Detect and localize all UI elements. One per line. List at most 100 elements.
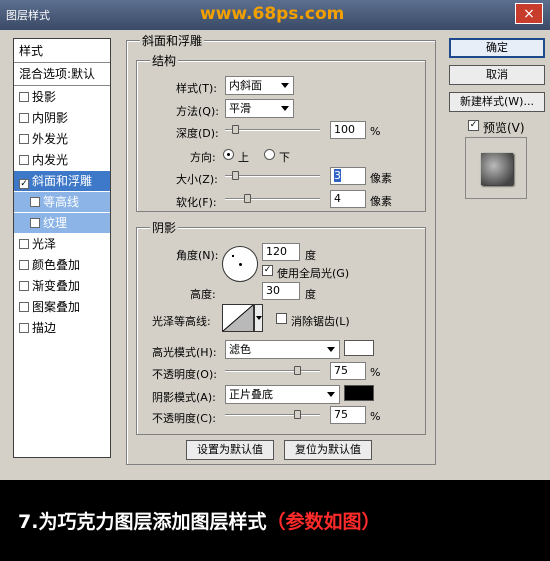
caption-text: 7.为巧克力图层添加图层样式（参数如图） (18, 507, 380, 534)
highlight-opacity-unit: % (370, 366, 381, 379)
new-style-button[interactable]: 新建样式(W)... (449, 92, 545, 112)
checked-checkbox[interactable]: ✓ (19, 179, 29, 189)
size-input[interactable]: 3 (330, 167, 366, 185)
ok-button[interactable]: 确定 (449, 38, 545, 58)
styles-list: 样式 混合选项:默认 投影 内阴影 外发光 内发光 ✓ 斜面和浮雕 等高线 纹理 … (13, 38, 111, 458)
size-unit: 像素 (370, 172, 392, 185)
shadow-mode-value: 正片叠底 (229, 388, 273, 401)
highlight-mode-label: 高光模式(H): (152, 346, 217, 359)
shadow-opacity-input[interactable]: 75 (330, 406, 366, 424)
blend-options-item[interactable]: 混合选项:默认 (14, 64, 110, 84)
item-label: 内发光 (32, 153, 69, 167)
soften-input[interactable]: 4 (330, 190, 366, 208)
gloss-contour-label: 光泽等高线: (152, 315, 211, 328)
depth-slider-thumb[interactable] (232, 125, 239, 134)
highlight-mode-select[interactable]: 滤色 (225, 340, 340, 359)
style-select[interactable]: 内斜面 (225, 76, 294, 95)
styles-header[interactable]: 样式 (14, 41, 110, 61)
shadow-opacity-unit: % (370, 410, 381, 423)
set-default-button[interactable]: 设置为默认值 (186, 440, 274, 460)
divider (14, 62, 110, 63)
checkbox[interactable] (19, 260, 29, 270)
style-preview-box (465, 137, 527, 199)
highlight-opacity-track[interactable] (225, 370, 320, 372)
list-item-contour[interactable]: 等高线 (14, 192, 110, 212)
checkbox[interactable] (19, 323, 29, 333)
list-item-color-overlay[interactable]: 颜色叠加 (14, 255, 110, 275)
list-item-gradient-overlay[interactable]: 渐变叠加 (14, 276, 110, 296)
checkbox[interactable] (19, 302, 29, 312)
angle-dial[interactable] (222, 246, 258, 282)
shadow-opacity-thumb[interactable] (294, 410, 301, 419)
preview-label: 预览(V) (483, 121, 525, 135)
highlight-opacity-thumb[interactable] (294, 366, 301, 375)
chevron-down-icon (327, 392, 335, 397)
size-slider-track[interactable] (225, 175, 320, 177)
divider (14, 85, 110, 86)
item-label: 投影 (32, 90, 57, 104)
style-label: 样式(T): (176, 82, 218, 95)
structure-label: 结构 (150, 52, 179, 69)
checkbox[interactable] (19, 134, 29, 144)
list-item-texture[interactable]: 纹理 (14, 213, 110, 233)
shadow-opacity-track[interactable] (225, 414, 320, 416)
shadow-mode-select[interactable]: 正片叠底 (225, 385, 340, 404)
angle-unit: 度 (305, 249, 316, 262)
highlight-opacity-input[interactable]: 75 (330, 362, 366, 380)
item-label: 纹理 (43, 216, 68, 230)
depth-slider-track[interactable] (225, 129, 320, 131)
list-item-inner-glow[interactable]: 内发光 (14, 150, 110, 170)
direction-up-radio[interactable] (223, 149, 234, 160)
dial-pointer (232, 255, 234, 257)
close-button[interactable]: × (515, 3, 543, 24)
angle-input[interactable]: 120 (262, 243, 300, 261)
contour-curve-icon (222, 304, 254, 332)
gloss-contour-preview[interactable] (222, 304, 254, 332)
method-select[interactable]: 平滑 (225, 99, 294, 118)
cancel-button[interactable]: 取消 (449, 65, 545, 85)
soften-slider-track[interactable] (225, 198, 320, 200)
shadow-color-swatch[interactable] (344, 385, 374, 401)
depth-unit: % (370, 125, 381, 138)
caption-paren: （参数如图） (266, 511, 381, 533)
list-item-drop-shadow[interactable]: 投影 (14, 87, 110, 107)
depth-label: 深度(D): (176, 127, 219, 140)
chevron-down-icon (281, 106, 289, 111)
size-slider-thumb[interactable] (232, 171, 239, 180)
antialias-checkbox[interactable] (276, 313, 287, 324)
chevron-down-icon (281, 83, 289, 88)
list-item-stroke[interactable]: 描边 (14, 318, 110, 338)
reset-default-button[interactable]: 复位为默认值 (284, 440, 372, 460)
altitude-input[interactable]: 30 (262, 282, 300, 300)
list-item-satin[interactable]: 光泽 (14, 234, 110, 254)
checkbox[interactable] (19, 281, 29, 291)
list-item-inner-shadow[interactable]: 内阴影 (14, 108, 110, 128)
item-label: 描边 (32, 321, 57, 335)
checkbox[interactable] (30, 218, 40, 228)
contour-dropdown[interactable] (254, 304, 263, 332)
method-label: 方法(Q): (176, 105, 219, 118)
checkbox[interactable] (19, 113, 29, 123)
highlight-mode-value: 滤色 (229, 343, 251, 356)
global-light-checkbox[interactable]: ✓ (262, 265, 273, 276)
site-watermark: www.68ps.com (200, 4, 345, 24)
global-light-label: 使用全局光(G) (277, 267, 350, 280)
shadow-mode-label: 阴影模式(A): (152, 391, 216, 404)
list-item-bevel-emboss[interactable]: ✓ 斜面和浮雕 (14, 171, 110, 191)
soften-unit: 像素 (370, 195, 392, 208)
item-label: 颜色叠加 (32, 258, 81, 272)
preview-checkbox[interactable]: ✓ (468, 120, 479, 131)
checkbox[interactable] (19, 155, 29, 165)
caption-main: 7.为巧克力图层添加图层样式 (18, 511, 267, 533)
size-label: 大小(Z): (176, 173, 218, 186)
direction-label: 方向: (190, 151, 216, 164)
checkbox[interactable] (19, 239, 29, 249)
checkbox[interactable] (19, 92, 29, 102)
direction-down-radio[interactable] (264, 149, 275, 160)
soften-slider-thumb[interactable] (244, 194, 251, 203)
highlight-color-swatch[interactable] (344, 340, 374, 356)
depth-input[interactable]: 100 (330, 121, 366, 139)
checkbox[interactable] (30, 197, 40, 207)
list-item-pattern-overlay[interactable]: 图案叠加 (14, 297, 110, 317)
list-item-outer-glow[interactable]: 外发光 (14, 129, 110, 149)
